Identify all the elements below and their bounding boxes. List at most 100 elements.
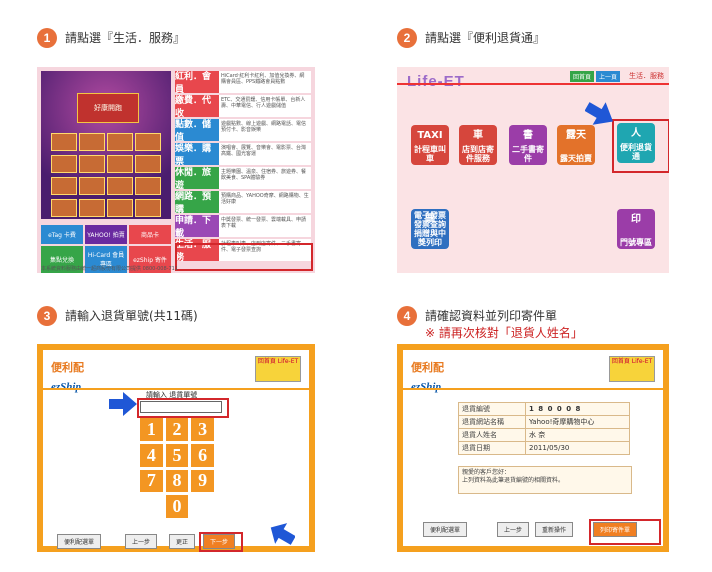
step-3-text: 請輸入退貨單號(共11碼): [65, 309, 198, 323]
service-icon-button[interactable]: 車店到店寄件服務: [459, 125, 497, 165]
highlight-return-service: [612, 119, 669, 173]
service-icon-button[interactable]: 印門號專區: [617, 209, 655, 249]
back-button[interactable]: 上一頁: [596, 71, 621, 82]
step-4-warning: ※ 請再次核對「退貨人姓名」: [425, 326, 583, 340]
menu-row[interactable]: 網路．預購 預購商品、YAHOO奇摩、網路購物、生活好康: [175, 191, 311, 215]
menu-description: 主題樂園、溫泉、住宿券、旅遊券、餐飲美食、SPA體驗券: [219, 167, 311, 189]
quick-tile[interactable]: 商品卡: [129, 225, 171, 244]
table-row: 退貨網站名稱 Yahoo!奇摩購物中心: [458, 415, 630, 429]
promo-title: 好康開跑: [77, 93, 139, 123]
quick-tile[interactable]: eTag 卡費: [41, 225, 83, 244]
menu-button[interactable]: 點數．儲值: [175, 119, 219, 143]
menu-button[interactable]: 繳費．代收: [175, 95, 219, 119]
service-menu: 紅利．會員 HiCard‧紅利卡紅利、加值兌換券、網購會員區、PPS鐵路會員點數繳…: [175, 71, 311, 263]
service-glyph-icon: 書: [523, 130, 533, 141]
menu-button[interactable]: 紅利．會員: [175, 71, 219, 95]
step-4-header: 4 請確認資料並列印寄件單 ※ 請再次核對「退貨人姓名」: [397, 306, 583, 340]
table-row: 退貨人姓名水 奈: [458, 428, 630, 442]
step-3-header: 3 請輸入退貨單號(共11碼): [37, 306, 198, 326]
step-3-number: 3: [37, 306, 57, 326]
ezship-menu-button[interactable]: 便利配選單: [423, 522, 468, 537]
service-glyph-icon: 票: [425, 214, 435, 225]
menu-description: 中獎發票、統一發票、雲端載具、申請表下載: [219, 215, 311, 237]
menu-row[interactable]: 娛樂．購票 演唱會、展覽、音樂會、電影票、台灣高鐵、國光客運: [175, 143, 311, 167]
service-label: 店到店寄件服務: [462, 145, 494, 163]
step-1-text: 請點選『生活．服務』: [65, 31, 186, 45]
step-4-text: 請確認資料並列印寄件單: [425, 309, 558, 323]
keypad-key[interactable]: 0: [165, 495, 189, 518]
keypad-key[interactable]: 4: [140, 443, 163, 467]
footer-text: 本系統資料服務由統一超商股份有限公司提供 0800-008-711: [41, 266, 179, 272]
service-label: 門號專區: [620, 238, 652, 247]
highlight-life-service: [175, 243, 313, 271]
menu-button[interactable]: 休閒．旅遊: [175, 167, 219, 191]
number-keypad: 123 456 7890: [140, 418, 214, 518]
menu-row[interactable]: 紅利．會員 HiCard‧紅利卡紅利、加值兌換券、網購會員區、PPS鐵路會員點數: [175, 71, 311, 95]
keypad-key[interactable]: 8: [165, 469, 189, 493]
ezship-menu-button[interactable]: 便利配選單: [57, 534, 102, 549]
correct-button[interactable]: 更正: [169, 534, 196, 549]
service-glyph-icon: 車: [473, 130, 483, 141]
keypad-key[interactable]: 6: [191, 443, 214, 467]
quick-tile[interactable]: YAHOO! 拍賣: [85, 225, 127, 244]
breadcrumb: 生活．服務: [629, 72, 664, 80]
keypad-key[interactable]: 9: [191, 469, 214, 493]
menu-description: ETC、交通罰鍰、信用卡帳單、台新人壽、中華電信、行人遊戲儲值: [219, 95, 311, 117]
service-icon-button[interactable]: 露天 露天拍賣: [557, 125, 595, 165]
keypad-key[interactable]: 3: [191, 418, 214, 441]
info-note: 親愛的客戶您好： 上列資料為此筆退貨編號的相關資料。: [458, 466, 632, 494]
prev-step-button[interactable]: 上一步: [125, 534, 158, 549]
service-label: 二手書寄件: [512, 145, 544, 163]
confirm-print-screen: 便利配 ezShip 回首頁 Life-ET 退貨編號 1 8 0 0 0 8 退…: [397, 344, 669, 552]
next-pointer-arrow-icon: [270, 523, 295, 545]
table-row: 退貨編號 1 8 0 0 0 8: [458, 402, 630, 416]
return-info-table: 退貨編號 1 8 0 0 0 8 退貨網站名稱 Yahoo!奇摩購物中心 退貨人姓名…: [458, 402, 630, 455]
service-label: 計程車叫車: [414, 145, 446, 163]
table-row: 退貨日期 2011/05/30: [458, 441, 630, 455]
step-4-number: 4: [397, 306, 417, 326]
keypad-key[interactable]: 7: [140, 469, 163, 493]
menu-row[interactable]: 繳費．代收 ETC、交通罰鍰、信用卡帳單、台新人壽、中華電信、行人遊戲儲值: [175, 95, 311, 119]
menu-row[interactable]: 休閒．旅遊 主題樂園、溫泉、住宿券、旅遊券、餐飲美食、SPA體驗券: [175, 167, 311, 191]
step-1-header: 1 請點選『生活．服務』: [37, 28, 185, 48]
life-et-logo: Life-ET: [407, 73, 465, 90]
menu-description: 演唱會、展覽、音樂會、電影票、台灣高鐵、國光客運: [219, 143, 311, 165]
service-label: 露天拍賣: [560, 154, 592, 163]
menu-button[interactable]: 申請．下載: [175, 215, 219, 239]
menu-button[interactable]: 娛樂．購票: [175, 143, 219, 167]
keypad-key[interactable]: 2: [165, 418, 189, 441]
input-pointer-arrow-icon: [109, 392, 137, 416]
service-glyph-icon: TAXI: [417, 130, 443, 141]
step-2-header: 2 請點選『便利退貨通』: [397, 28, 545, 48]
menu-button[interactable]: 網路．預購: [175, 191, 219, 215]
service-glyph-icon: 印: [631, 214, 641, 225]
highlight-print: [589, 519, 661, 545]
service-icon-button[interactable]: 票電子發票發票查詢捐贈與中獎列印: [411, 209, 449, 249]
prev-step-button[interactable]: 上一步: [497, 522, 530, 537]
keypad-key[interactable]: 1: [140, 418, 163, 441]
step-2-text: 請點選『便利退貨通』: [425, 31, 546, 45]
enter-return-number-screen: 便利配 ezShip 回首頁 Life-ET 請輸入 退貨單號 12345678…: [37, 344, 315, 552]
pointer-arrow-icon: [585, 102, 613, 125]
restart-button[interactable]: 重新操作: [535, 522, 574, 537]
divider: [397, 83, 669, 85]
kiosk-home-screen: 好康開跑 eTag 卡費 YAHOO! 拍賣 商品卡 集點兌換 Hi-Card 會員專區…: [37, 67, 315, 273]
menu-description: HiCard‧紅利卡紅利、加值兌換券、網購會員區、PPS鐵路會員點數: [219, 71, 311, 93]
home-button[interactable]: 回首頁: [570, 71, 595, 82]
promo-banner[interactable]: 好康開跑: [41, 71, 171, 219]
step-2-number: 2: [397, 28, 417, 48]
menu-description: 預購商品、YAHOO奇摩、網路購物、生活好康: [219, 191, 311, 213]
service-glyph-icon: 露天: [566, 130, 586, 141]
menu-row[interactable]: 申請．下載 中獎發票、統一發票、雲端載具、申請表下載: [175, 215, 311, 239]
life-et-home-badge[interactable]: 回首頁 Life-ET: [255, 356, 301, 382]
menu-description: 遊戲點數、線上遊戲、網路電話、電信預付卡、影音娛樂: [219, 119, 311, 141]
service-icon-button[interactable]: TAXI 計程車叫車: [411, 125, 449, 165]
highlight-input: [137, 398, 229, 418]
life-service-screen: Life-ET 回首頁 上一頁 生活．服務 TAXI 計程車叫車車店到店寄件服務書…: [397, 67, 669, 273]
highlight-next: [199, 532, 243, 552]
service-icon-button[interactable]: 書二手書寄件: [509, 125, 547, 165]
step-1-number: 1: [37, 28, 57, 48]
menu-row[interactable]: 點數．儲值 遊戲點數、線上遊戲、網路電話、電信預付卡、影音娛樂: [175, 119, 311, 143]
life-et-home-badge[interactable]: 回首頁 Life-ET: [609, 356, 655, 382]
keypad-key[interactable]: 5: [165, 443, 189, 467]
